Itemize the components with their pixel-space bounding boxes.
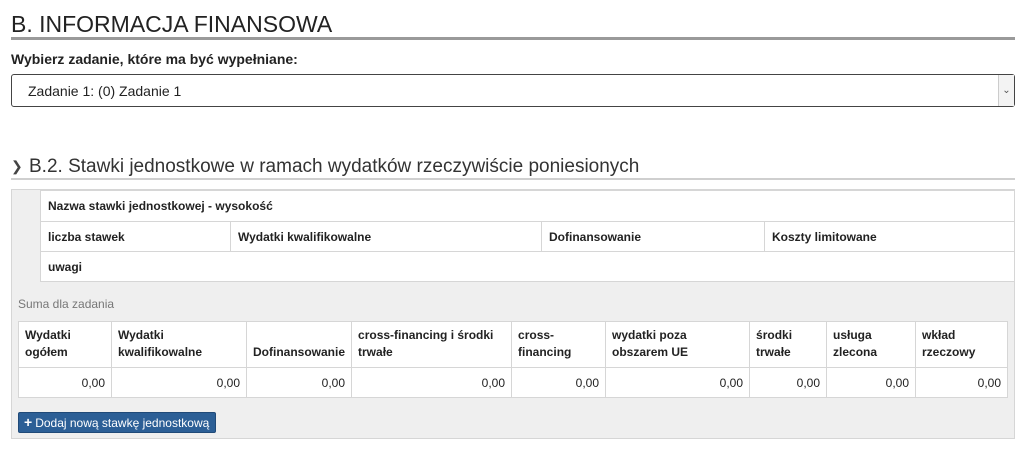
task-sum-label: Suma dla zadania <box>18 297 115 311</box>
column-header: Wydatki kwalifikowalne <box>230 221 542 252</box>
sum-value: 0,00 <box>605 367 751 398</box>
sum-header: usługa zlecona <box>826 321 917 368</box>
sum-header: Wydatki ogółem <box>18 321 112 368</box>
section-title: B. INFORMACJA FINANSOWA <box>11 10 1015 40</box>
plus-icon: + <box>24 414 33 430</box>
task-sum-table: Wydatki ogółem Wydatki kwalifikowalne Do… <box>18 321 1008 398</box>
sum-header: cross-financing i środki trwałe <box>351 321 513 368</box>
sum-value: 0,00 <box>915 367 1008 398</box>
sum-header: cross-financing <box>511 321 607 368</box>
sum-value: 0,00 <box>511 367 607 398</box>
column-header: liczba stawek <box>40 221 231 252</box>
unit-rates-panel: Nazwa stawki jednostkowej - wysokość lic… <box>11 189 1015 439</box>
sum-header: wydatki poza obszarem UE <box>605 321 751 368</box>
sum-value: 0,00 <box>826 367 917 398</box>
task-select[interactable]: Zadanie 1: (0) Zadanie 1 ⌄ <box>11 74 1015 107</box>
chevron-down-icon[interactable]: ⌄ <box>998 75 1014 106</box>
sum-value: 0,00 <box>111 367 247 398</box>
sum-value: 0,00 <box>18 367 112 398</box>
add-unit-rate-label: Dodaj nową stawkę jednostkową <box>35 416 210 430</box>
task-select-label: Wybierz zadanie, które ma być wypełniane… <box>11 51 298 67</box>
sum-value: 0,00 <box>245 367 353 398</box>
rate-name-header: Nazwa stawki jednostkowej - wysokość <box>40 190 1015 222</box>
sum-value: 0,00 <box>351 367 513 398</box>
subsection-title[interactable]: ❯ B.2. Stawki jednostkowe w ramach wydatk… <box>11 156 1015 180</box>
remarks-header: uwagi <box>40 251 1015 282</box>
sum-value: 0,00 <box>749 367 828 398</box>
sum-header: Wydatki kwalifikowalne <box>111 321 247 368</box>
sum-header: wkład rzeczowy <box>915 321 1008 368</box>
sum-header: środki trwałe <box>749 321 828 368</box>
subsection-title-text: B.2. Stawki jednostkowe w ramach wydatkó… <box>29 156 640 177</box>
table-row: 0,00 0,00 0,00 0,00 0,00 0,00 0,00 0,00 … <box>18 367 1008 398</box>
unit-rates-table: Nazwa stawki jednostkowej - wysokość lic… <box>40 190 1015 282</box>
chevron-right-icon[interactable]: ❯ <box>11 156 29 176</box>
add-unit-rate-button[interactable]: + Dodaj nową stawkę jednostkową <box>18 412 216 433</box>
sum-header: Dofinansowanie <box>245 321 353 368</box>
column-header: Koszty limitowane <box>764 221 1015 252</box>
column-header: Dofinansowanie <box>541 221 765 252</box>
task-select-value: Zadanie 1: (0) Zadanie 1 <box>28 83 182 99</box>
